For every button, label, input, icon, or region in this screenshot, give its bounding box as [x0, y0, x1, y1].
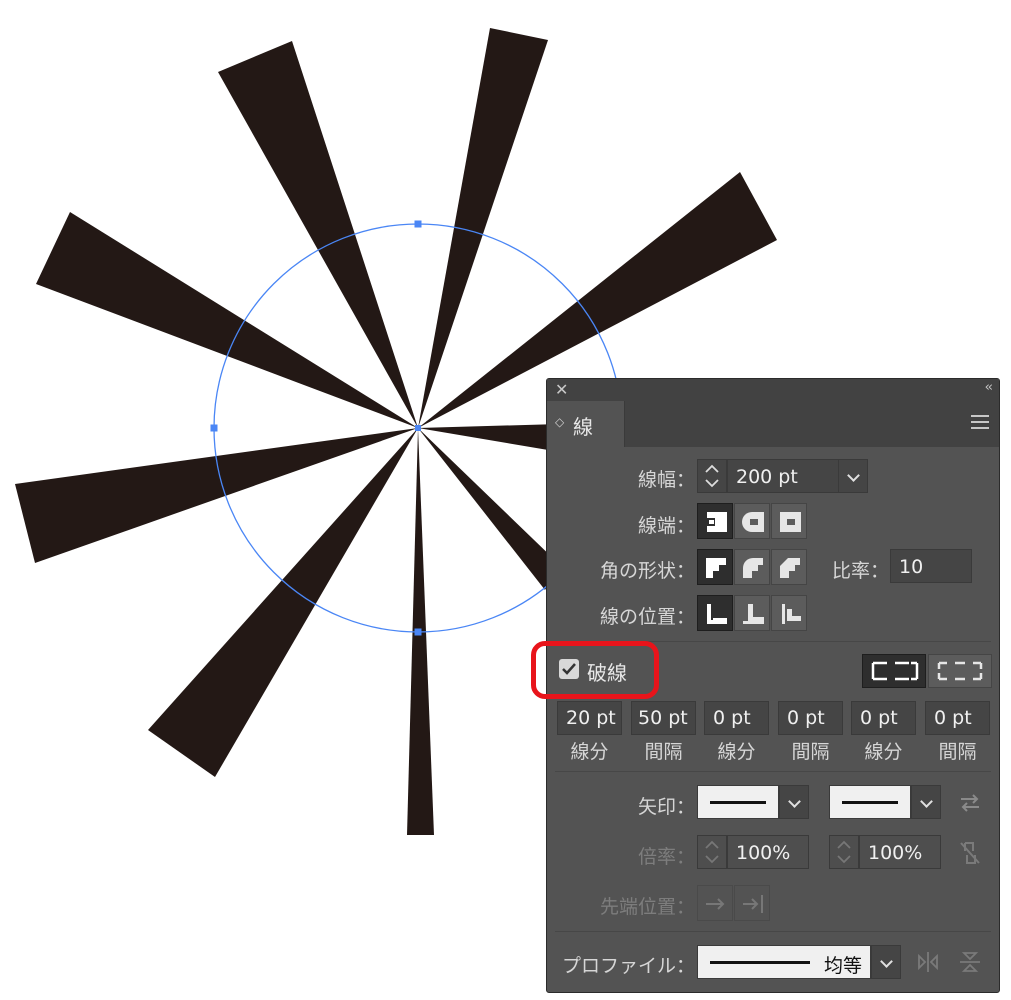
section-divider: [555, 771, 991, 772]
align-inside-button[interactable]: [734, 595, 770, 631]
panel-menu-icon[interactable]: [971, 415, 989, 433]
stepper-arrows-icon: [705, 840, 719, 864]
round-join-button[interactable]: [734, 549, 770, 585]
bevel-join-icon: [780, 558, 800, 578]
dash-align-icon: [937, 661, 983, 681]
corner-label: 角の形状：: [599, 560, 695, 582]
miter-join-icon: [706, 558, 726, 578]
dashed-label: 破線: [587, 661, 627, 685]
dash-exact-button[interactable]: [862, 654, 926, 688]
anchor-point-left[interactable]: [210, 424, 218, 432]
round-join-icon: [743, 558, 763, 578]
align-outside-icon: [782, 604, 801, 624]
stroke-weight-input[interactable]: 200 pt: [727, 459, 839, 493]
round-cap-icon: [742, 512, 764, 532]
dash-1-caption: 線分: [570, 741, 609, 763]
tab-stroke-label: 線: [573, 415, 593, 439]
gap-1-caption: 間隔: [644, 741, 683, 763]
dashed-checkbox[interactable]: [559, 659, 579, 679]
stroke-weight-label: 線幅：: [637, 469, 695, 491]
profile-value: 均等: [823, 955, 862, 977]
arrow-extend-icon: [706, 898, 725, 910]
miter-limit-label: 比率：: [831, 560, 889, 582]
align-center-icon: [707, 604, 727, 624]
projecting-cap-button[interactable]: [771, 503, 807, 539]
end-arrowhead-select[interactable]: [829, 785, 911, 819]
swap-arrows-icon[interactable]: [957, 791, 983, 815]
dash-exact-icon: [871, 661, 919, 681]
dash-3-input[interactable]: 0 pt: [851, 701, 916, 735]
stroke-weight-stepper[interactable]: [697, 459, 727, 493]
end-scale-stepper[interactable]: [829, 835, 859, 869]
start-arrowhead-select[interactable]: [697, 785, 779, 819]
gap-3-caption: 間隔: [938, 741, 977, 763]
arrow-tip-extend-button[interactable]: [697, 885, 733, 921]
round-cap-button[interactable]: [734, 503, 770, 539]
butt-cap-icon: [707, 512, 727, 532]
profile-select[interactable]: 均等: [697, 945, 871, 979]
flip-horizontal-icon[interactable]: [915, 949, 941, 975]
close-icon[interactable]: ✕: [555, 380, 568, 399]
end-arrowhead-dropdown[interactable]: [911, 785, 941, 819]
arrow-tip-place-button[interactable]: [734, 885, 770, 921]
section-divider: [555, 931, 991, 932]
profile-label: プロファイル：: [561, 955, 695, 977]
anchor-point-bottom[interactable]: [414, 628, 422, 636]
align-inside-icon: [743, 604, 764, 624]
link-scale-icon[interactable]: [957, 839, 983, 867]
stepper-arrows-icon: [705, 464, 719, 488]
expand-toggle-icon[interactable]: ◇: [555, 415, 564, 429]
align-center-button[interactable]: [697, 595, 733, 631]
end-scale-input[interactable]: 100%: [859, 835, 941, 869]
miter-join-button[interactable]: [697, 549, 733, 585]
profile-dropdown[interactable]: [871, 945, 901, 979]
align-stroke-label: 線の位置：: [599, 606, 695, 628]
miter-limit-input[interactable]: 10: [890, 549, 972, 583]
dash-1-input[interactable]: 20 pt: [557, 701, 622, 735]
stroke-weight-dropdown[interactable]: [838, 459, 868, 493]
checkmark-icon: [562, 663, 576, 675]
dash-3-caption: 線分: [864, 741, 903, 763]
gap-2-input[interactable]: 0 pt: [778, 701, 843, 735]
flip-vertical-icon[interactable]: [957, 949, 983, 975]
gap-2-caption: 間隔: [791, 741, 830, 763]
arrow-scale-label: 倍率：: [637, 846, 695, 868]
arrow-align-label: 先端位置：: [599, 896, 695, 918]
panel-tab-row: ◇ 線: [547, 401, 999, 447]
center-point: [415, 425, 421, 431]
stroke-panel: ✕ ‹‹ ◇ 線 線幅： 200 pt 線端： 角の形状： 比率： 10 線の位…: [531, 378, 1000, 993]
align-outside-button[interactable]: [771, 595, 807, 631]
anchor-point-top[interactable]: [414, 220, 422, 228]
panel-titlebar[interactable]: ✕ ‹‹: [547, 379, 999, 402]
arrowheads-label: 矢印：: [637, 796, 695, 818]
gap-1-input[interactable]: 50 pt: [631, 701, 696, 735]
start-scale-input[interactable]: 100%: [727, 835, 809, 869]
start-arrowhead-dropdown[interactable]: [779, 785, 809, 819]
dash-align-button[interactable]: [928, 654, 992, 688]
tab-stroke[interactable]: ◇ 線: [547, 401, 625, 447]
cap-label: 線端：: [637, 515, 695, 537]
stepper-arrows-icon: [837, 840, 851, 864]
collapse-icon[interactable]: ‹‹: [985, 380, 994, 395]
start-scale-stepper[interactable]: [697, 835, 727, 869]
projecting-cap-icon: [780, 512, 801, 532]
arrow-place-icon: [743, 895, 763, 913]
gap-3-input[interactable]: 0 pt: [925, 701, 990, 735]
butt-cap-button[interactable]: [697, 503, 733, 539]
dash-2-caption: 線分: [717, 741, 756, 763]
bevel-join-button[interactable]: [771, 549, 807, 585]
dash-2-input[interactable]: 0 pt: [704, 701, 769, 735]
